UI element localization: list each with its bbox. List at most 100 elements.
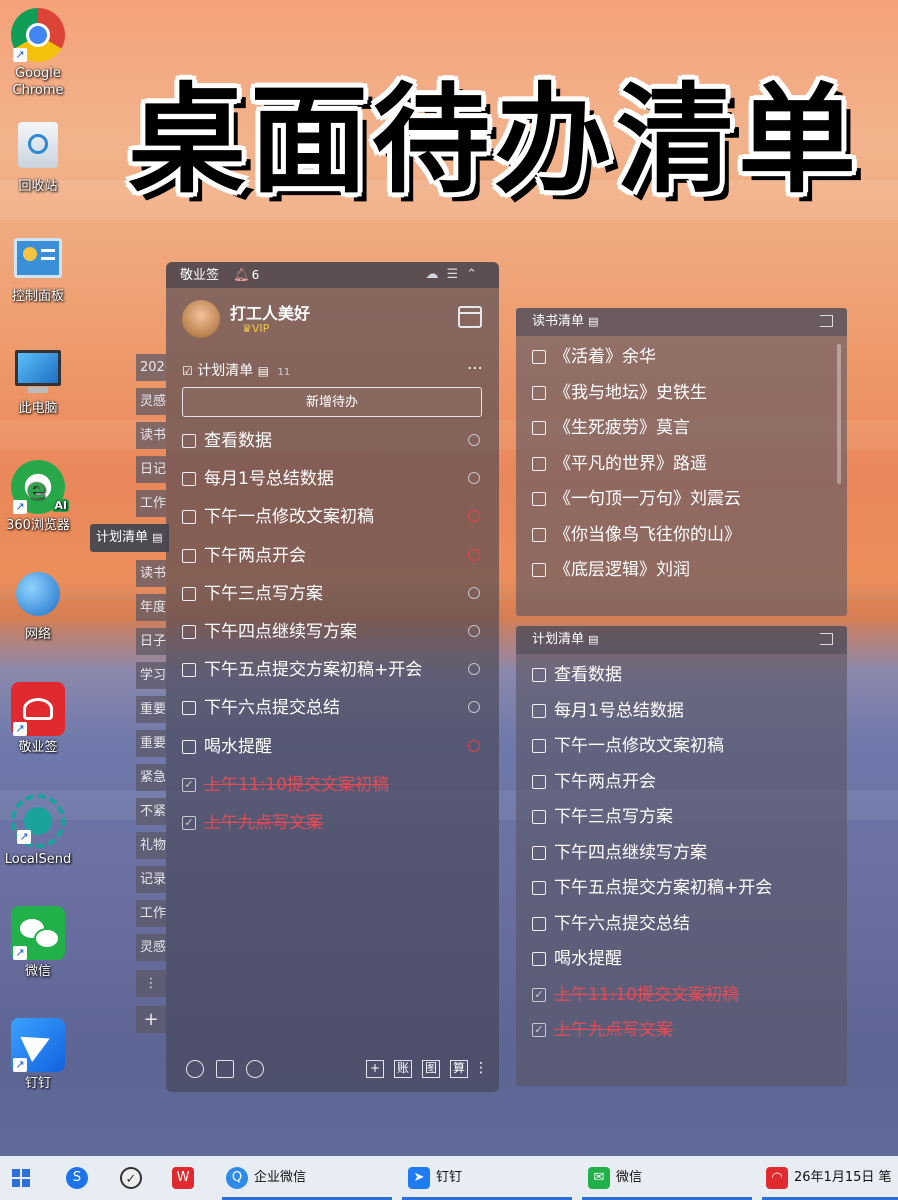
checkbox[interactable] xyxy=(532,456,546,471)
desktop-icon-chrome[interactable]: ↗ Google Chrome xyxy=(0,8,76,99)
desktop-icon-jingyeqian[interactable]: ↗ 敬业签 xyxy=(0,682,76,756)
todo-item[interactable]: 下午三点写方案 xyxy=(182,579,482,617)
reminder-clock-icon[interactable] xyxy=(468,434,480,446)
archive-box-icon[interactable] xyxy=(216,1060,234,1078)
checkbox[interactable] xyxy=(182,510,196,525)
reminder-clock-icon[interactable] xyxy=(468,548,480,561)
side-tab[interactable]: 年度 xyxy=(136,594,166,621)
menu-icon[interactable]: ☰ xyxy=(446,267,466,282)
taskbar-app-clock[interactable]: ✓ xyxy=(120,1156,148,1200)
add-todo-button[interactable]: 新增待办 xyxy=(182,387,482,417)
plan-item[interactable]: ✓ 上午11:10提交文案初稿 xyxy=(532,982,827,1018)
taskbar-app-wechat[interactable]: ✉ 微信 xyxy=(588,1156,642,1200)
book-item[interactable]: 《一句顶一万句》刘震云 xyxy=(532,486,827,522)
checkbox[interactable] xyxy=(532,385,546,400)
panel-titlebar[interactable]: 计划清单 ▤ xyxy=(516,626,847,654)
side-tab[interactable]: 日记 xyxy=(136,456,166,483)
desktop-icon-control-panel[interactable]: 控制面板 xyxy=(0,238,76,305)
book-item[interactable]: 《活着》余华 xyxy=(532,344,827,380)
plan-item[interactable]: 下午五点提交方案初稿+开会 xyxy=(532,875,827,911)
start-button[interactable] xyxy=(12,1156,30,1200)
checkbox[interactable] xyxy=(182,472,196,487)
checkbox[interactable] xyxy=(532,350,546,364)
side-tab[interactable]: 读书 xyxy=(136,422,166,449)
book-item[interactable]: 《我与地坛》史铁生 xyxy=(532,380,827,416)
plan-item[interactable]: 下午四点继续写方案 xyxy=(532,840,827,876)
account-button[interactable]: 账 xyxy=(394,1060,412,1078)
side-tab[interactable]: 工作 xyxy=(136,490,166,517)
more-vertical-icon[interactable]: ⋮ xyxy=(474,1060,488,1076)
reminder-clock-icon[interactable] xyxy=(468,472,480,485)
taskbar-app-sogou[interactable]: S xyxy=(66,1156,94,1200)
side-tab[interactable]: 2026 xyxy=(136,354,166,381)
exit-icon[interactable] xyxy=(820,633,833,645)
taskbar-app-jingyeqian[interactable]: ◠ 26年1月15日 笔 xyxy=(766,1156,892,1200)
todo-item[interactable]: 查看数据 xyxy=(182,426,482,464)
cloud-sync-icon[interactable]: ☁ xyxy=(425,267,446,282)
image-button[interactable]: 图 xyxy=(422,1060,440,1078)
todo-item[interactable]: 下午六点提交总结 xyxy=(182,693,482,731)
checkbox[interactable] xyxy=(182,548,196,563)
taskbar-app-wecom[interactable]: Q 企业微信 xyxy=(226,1156,306,1200)
reminder-clock-icon[interactable] xyxy=(468,510,480,523)
panel-titlebar[interactable]: 读书清单 ▤ xyxy=(516,308,847,336)
plan-item[interactable]: ✓ 上午九点写文案 xyxy=(532,1017,827,1053)
panel-titlebar[interactable]: 敬业签 🔔︎ 6 ☁☰⌃ xyxy=(166,262,499,288)
reminder-clock-icon[interactable] xyxy=(468,739,480,752)
calc-button[interactable]: 算 xyxy=(450,1060,468,1078)
plan-item[interactable]: 下午六点提交总结 xyxy=(532,911,827,947)
desktop-icon-360-browser[interactable]: e AI ↗ 360浏览器 xyxy=(0,460,76,534)
reminder-clock-icon[interactable] xyxy=(468,586,480,599)
todo-item[interactable]: ✓ 上午11:10提交文案初稿 xyxy=(182,770,482,808)
todo-item[interactable]: 喝水提醒 xyxy=(182,732,482,770)
checkbox[interactable] xyxy=(532,703,546,718)
side-tab[interactable]: 读书 xyxy=(136,560,166,587)
plan-item[interactable]: 查看数据 xyxy=(532,662,827,698)
side-tab[interactable]: 学习 xyxy=(136,662,166,689)
plan-item[interactable]: 下午三点写方案 xyxy=(532,804,827,840)
scrollbar[interactable] xyxy=(837,344,841,484)
todo-item[interactable]: 下午两点开会 xyxy=(182,541,482,579)
side-tab[interactable]: 灵感 xyxy=(136,934,166,961)
taskbar-app-wps[interactable]: W xyxy=(172,1156,200,1200)
collapse-icon[interactable]: ⌃ xyxy=(466,267,485,282)
checkbox[interactable] xyxy=(532,668,546,682)
more-options-icon[interactable]: ⋯ xyxy=(467,358,483,377)
todo-item[interactable]: 下午五点提交方案初稿+开会 xyxy=(182,655,482,693)
checkbox[interactable] xyxy=(532,739,546,753)
book-item[interactable]: 《你当像鸟飞往你的山》 xyxy=(532,522,827,558)
side-tab[interactable]: 记录 xyxy=(136,866,166,893)
bell-icon[interactable]: 🔔︎ xyxy=(233,268,250,283)
checkbox[interactable] xyxy=(532,810,546,824)
side-tab[interactable]: 工作 xyxy=(136,900,166,927)
checkbox[interactable] xyxy=(182,586,196,601)
side-tab[interactable]: 重要 xyxy=(136,696,166,723)
book-item[interactable]: 《生死疲劳》莫言 xyxy=(532,415,827,451)
active-tab-plan-list[interactable]: 计划清单 ▤ xyxy=(90,524,169,552)
add-button[interactable]: + xyxy=(366,1060,384,1078)
side-tab[interactable]: 灵感 xyxy=(136,388,166,415)
desktop-icon-recycle-bin[interactable]: 回收站 xyxy=(0,122,76,195)
checkbox[interactable] xyxy=(532,421,546,435)
checkbox[interactable] xyxy=(182,701,196,716)
checkbox[interactable]: ✓ xyxy=(182,815,196,830)
desktop-icon-this-pc[interactable]: 此电脑 xyxy=(0,350,76,417)
checkbox[interactable] xyxy=(182,434,196,448)
checkbox[interactable] xyxy=(182,739,196,754)
more-tabs-button[interactable]: ⋮ xyxy=(136,970,166,997)
checkbox[interactable] xyxy=(532,952,546,966)
checkbox[interactable]: ✓ xyxy=(532,1023,546,1037)
desktop-icon-dingtalk[interactable]: ↗ 钉钉 xyxy=(0,1018,76,1092)
checkbox[interactable] xyxy=(532,916,546,931)
reminder-clock-icon[interactable] xyxy=(468,624,480,637)
checkbox[interactable] xyxy=(532,492,546,506)
side-tab[interactable]: 不紧 xyxy=(136,798,166,825)
search-icon[interactable] xyxy=(246,1060,264,1078)
calendar-icon[interactable] xyxy=(458,306,482,328)
side-tab[interactable]: 礼物 xyxy=(136,832,166,859)
history-clock-icon[interactable] xyxy=(186,1060,204,1078)
reminder-clock-icon[interactable] xyxy=(468,701,480,714)
avatar[interactable] xyxy=(182,300,220,338)
todo-item[interactable]: 下午一点修改文案初稿 xyxy=(182,502,482,540)
checkbox[interactable] xyxy=(182,624,196,639)
